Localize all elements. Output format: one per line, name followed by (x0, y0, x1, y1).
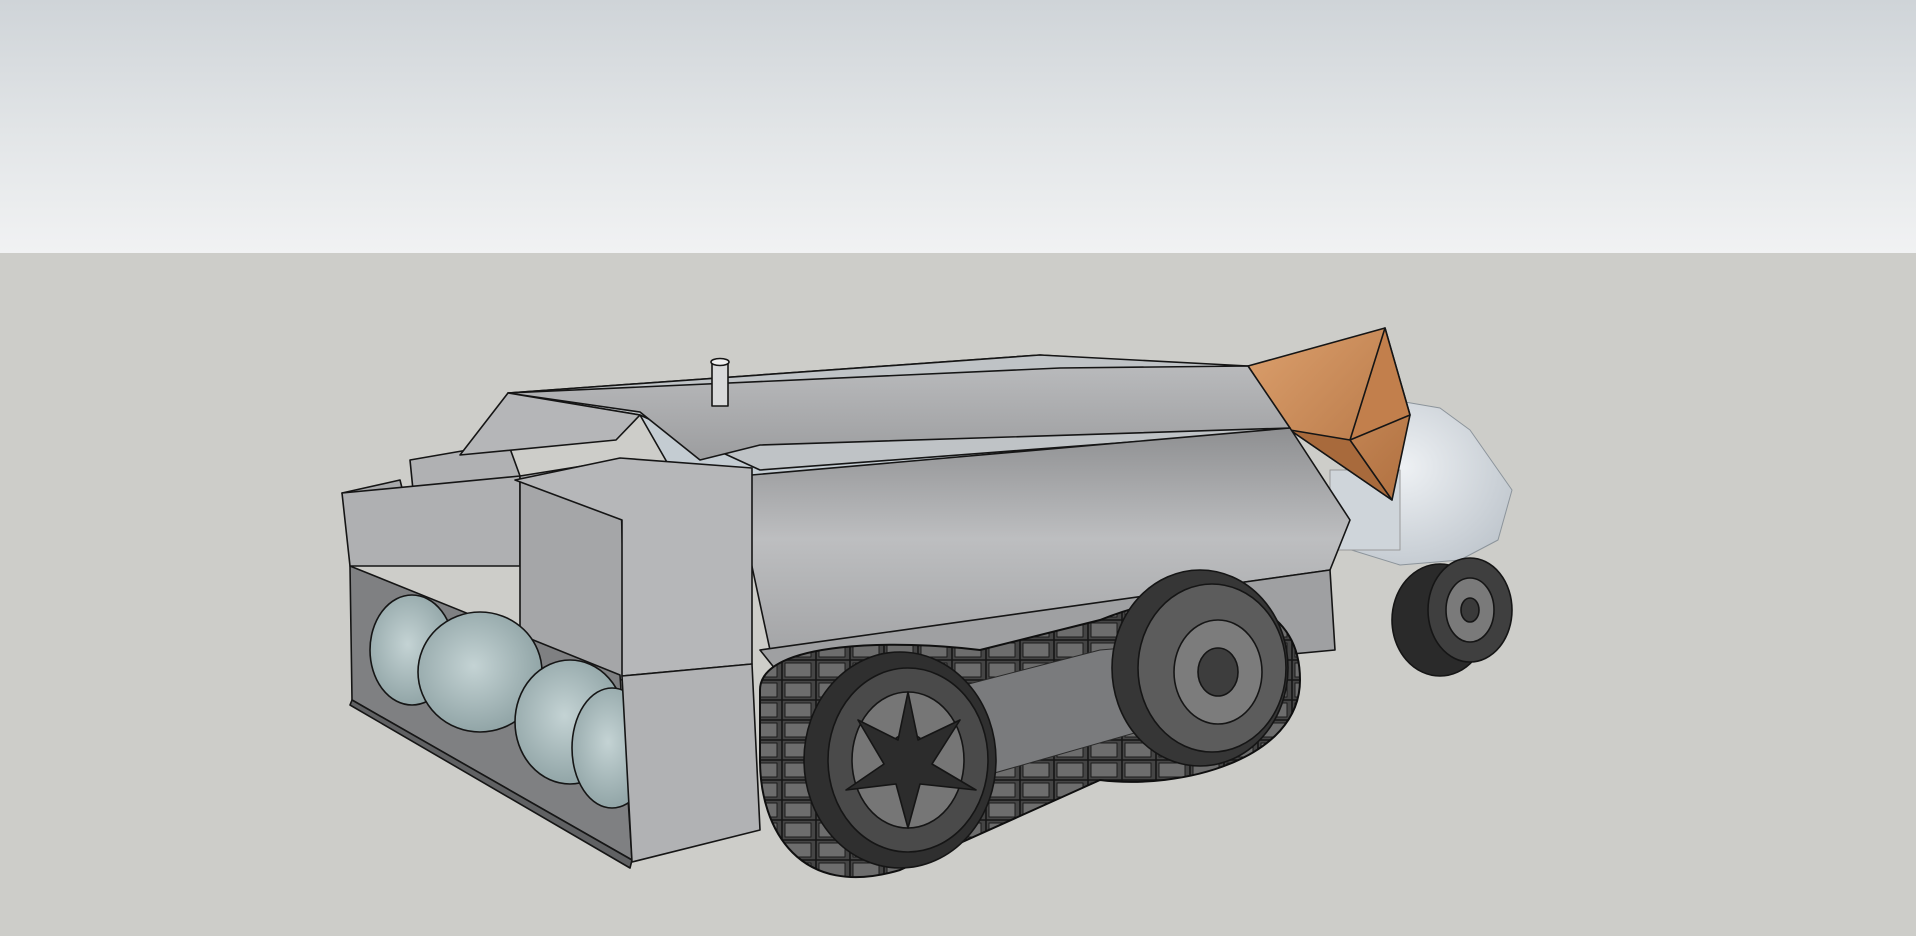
rear-sprocket (1111, 569, 1289, 767)
exhaust-pipe (710, 357, 730, 407)
front-drive-wheel (803, 651, 997, 869)
front-lower-panel (621, 663, 761, 863)
rear-wheel (1391, 557, 1513, 677)
vehicle-model[interactable] (0, 0, 1916, 936)
modeling-viewport[interactable] (0, 0, 1916, 936)
